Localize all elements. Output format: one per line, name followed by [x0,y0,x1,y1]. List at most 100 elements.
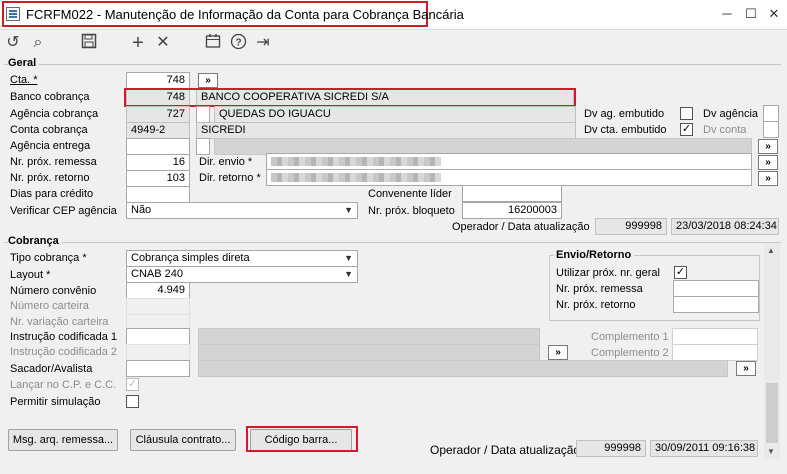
tipo-select[interactable]: Cobrança simples direta ▼ [126,250,358,267]
dir-envio-redacted [271,157,441,166]
cobranca-title: Cobrança [8,235,62,247]
cta-label: Cta. * [10,74,38,86]
instr1-input[interactable] [126,328,190,345]
carteira-input [126,298,190,315]
agencia-code: 727 [126,106,190,123]
svg-text:?: ? [235,38,241,49]
ag-entrega-lookup-button[interactable]: » [758,139,778,154]
exit-icon[interactable]: ⇥ [253,33,273,53]
add-icon[interactable]: + [128,33,148,53]
toolbar [0,30,787,58]
close-window-icon[interactable]: ✕ [765,6,783,22]
help-icon[interactable]: ? [228,33,248,53]
chevron-down-icon: ▼ [344,205,353,215]
minimize-icon[interactable]: ─ [718,6,736,22]
cobranca-operador-value: 999998 [576,440,646,457]
convenente-label: Convenente líder [368,188,452,200]
maximize-icon[interactable]: ☐ [742,6,760,22]
instr1-label: Instrução codificada 1 [10,331,118,343]
cta-lookup-button[interactable]: » [198,73,218,88]
clausula-contrato-button[interactable]: Cláusula contrato... [130,429,236,451]
dir-retorno-redacted [271,173,441,182]
scroll-down-icon[interactable]: ▼ [767,447,775,456]
tipo-select-value: Cobrança simples direta [131,252,250,264]
convenio-label: Número convênio [10,285,97,297]
geral-group-line [4,64,781,65]
dv-conta-label: Dv conta [703,124,747,136]
utilizar-label: Utilizar próx. nr. geral [556,267,660,279]
msg-remessa-button[interactable]: Msg. arq. remessa... [8,429,118,451]
instr1-desc [198,328,540,345]
retorno-label: Nr. próx. retorno [10,172,90,184]
agencia-label: Agência cobrança [10,108,99,120]
dir-retorno-browse-button[interactable]: » [758,171,778,186]
scroll-thumb[interactable] [766,383,778,443]
dv-agencia-label: Dv agência [703,108,759,120]
bloqueto-label: Nr. próx. bloqueto [368,205,455,217]
compl1-input[interactable] [672,328,758,345]
agencia-dv [196,106,210,123]
simulacao-checkbox[interactable] [126,395,139,408]
ag-entrega-dv[interactable] [196,138,210,155]
cobranca-group-line [4,242,781,243]
cep-select[interactable]: Não ▼ [126,202,358,219]
env-remessa-input[interactable] [673,280,759,297]
remessa-input[interactable]: 16 [126,154,190,171]
cta-input[interactable]: 748 [126,72,190,89]
layout-select-value: CNAB 240 [131,268,183,280]
envio-retorno-title: Envio/Retorno [554,249,635,261]
chevron-down-icon: ▼ [344,269,353,279]
dias-input[interactable] [126,186,190,203]
var-carteira-label: Nr. variação carteira [10,316,109,328]
dir-envio-label: Dir. envio * [199,156,253,168]
instr2-input [126,344,190,361]
remessa-label: Nr. próx. remessa [10,156,97,168]
layout-select[interactable]: CNAB 240 ▼ [126,266,358,283]
sacador-input[interactable] [126,360,190,377]
dir-envio-input[interactable] [266,153,752,170]
lancar-label: Lançar no C.P. e C.C. [10,379,117,391]
conta-code: 4949-2 [126,122,190,139]
dias-label: Dias para crédito [10,188,94,200]
dv-agencia-input[interactable] [763,105,779,122]
scrollbar[interactable]: ▲ ▼ [764,243,780,459]
instr-more-button[interactable]: » [548,345,568,360]
banco-label: Banco cobrança [10,91,90,103]
calendar-icon[interactable] [203,33,223,53]
retorno-input[interactable]: 103 [126,170,190,187]
utilizar-checkbox[interactable]: ✓ [674,266,687,279]
agencia-name: QUEDAS DO IGUACU [214,106,576,123]
ag-entrega-input[interactable] [126,138,190,155]
dv-cta-embutido-checkbox[interactable]: ✓ [680,123,693,136]
conta-name: SICREDI [196,122,576,139]
carteira-label: Número carteira [10,300,89,312]
tipo-label: Tipo cobrança * [10,252,87,264]
compl2-label: Complemento 2 [591,347,669,359]
convenio-input[interactable]: 4.949 [126,282,190,299]
cep-select-value: Não [131,204,152,216]
sacador-more-button[interactable]: » [736,361,756,376]
delete-icon[interactable]: ✕ [153,33,173,53]
dv-cta-embutido-label: Dv cta. embutido [584,124,667,136]
layout-label: Layout * [10,269,51,281]
convenente-input[interactable] [462,185,562,202]
dv-conta-input[interactable] [763,121,779,138]
scroll-up-icon[interactable]: ▲ [767,246,775,255]
instr2-label: Instrução codificada 2 [10,346,118,358]
save-icon[interactable] [79,33,99,53]
cobranca-data-value: 30/09/2011 09:16:38 [650,440,758,457]
simulacao-label: Permitir simulação [10,396,101,408]
env-retorno-input[interactable] [673,296,759,313]
lancar-checkbox: ✓ [126,378,139,391]
dir-retorno-label: Dir. retorno * [199,172,261,184]
bloqueto-input[interactable]: 16200003 [462,202,562,219]
search-icon[interactable]: ⌕ [28,33,48,53]
dv-ag-embutido-checkbox[interactable] [680,107,693,120]
dir-envio-browse-button[interactable]: » [758,155,778,170]
dir-retorno-input[interactable] [266,169,752,186]
chevron-down-icon: ▼ [344,253,353,263]
geral-data-value: 23/03/2018 08:24:34 [671,218,779,235]
env-retorno-label: Nr. próx. retorno [556,299,636,311]
compl2-input[interactable] [672,344,758,361]
undo-icon[interactable]: ↺ [3,33,23,53]
